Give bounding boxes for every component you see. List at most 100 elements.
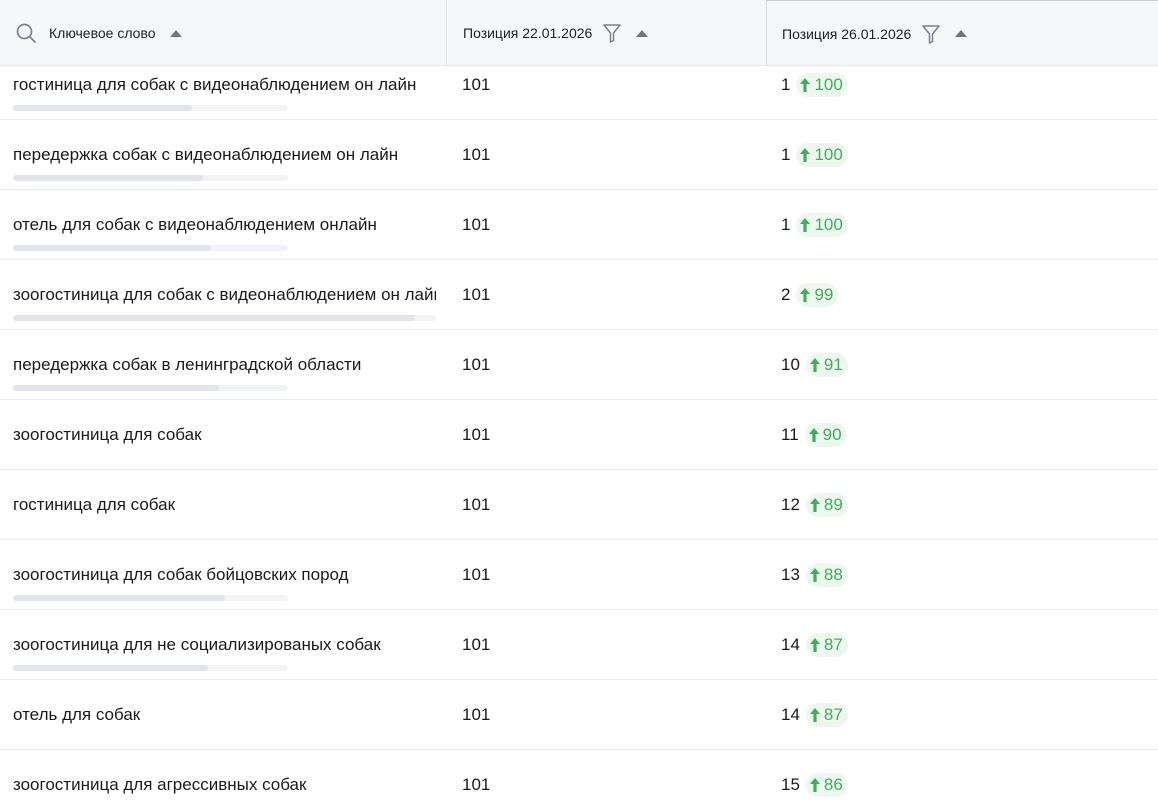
position-date1-cell: 101 xyxy=(462,75,491,94)
sort-ascending-icon[interactable] xyxy=(955,30,968,37)
position-change-badge: 100 xyxy=(796,213,848,237)
keyword-cell: гостиница для собак xyxy=(13,495,176,514)
arrow-up-icon xyxy=(809,708,820,722)
position-change-badge: 91 xyxy=(805,353,848,377)
search-icon[interactable] xyxy=(15,22,37,44)
position-change-badge: 90 xyxy=(804,423,847,447)
position-date1-cell: 101 xyxy=(462,215,491,234)
frequency-bar-fill xyxy=(13,595,225,601)
position-date2-cell: 11 90 xyxy=(781,423,847,447)
position-change-badge: 89 xyxy=(805,493,848,517)
position-change-badge: 100 xyxy=(796,143,848,167)
position-value: 1 xyxy=(781,75,791,94)
keyword-cell: зоогостиница для собак бойцовских пород xyxy=(13,565,349,584)
position-change-badge: 88 xyxy=(805,563,848,587)
keyword-cell: зоогостиница для собак xyxy=(13,425,202,444)
position-change-value: 88 xyxy=(823,565,843,584)
position-date2-cell: 10 91 xyxy=(781,353,848,377)
position-value: 12 xyxy=(781,495,800,514)
arrow-up-icon xyxy=(800,218,811,232)
filter-icon[interactable] xyxy=(921,23,941,45)
position-date2-cell: 1 100 xyxy=(781,143,848,167)
table-row[interactable]: зоогостиница для собак 101 11 90 xyxy=(0,400,1158,470)
frequency-bar xyxy=(13,175,288,181)
frequency-bar xyxy=(13,245,288,251)
position-date1-cell: 101 xyxy=(462,705,491,724)
position-change-value: 91 xyxy=(823,355,843,374)
position-value: 2 xyxy=(781,285,791,304)
position-change-badge: 86 xyxy=(805,773,848,797)
arrow-up-icon xyxy=(808,428,819,442)
position-date1-cell: 101 xyxy=(462,285,491,304)
position-change-value: 87 xyxy=(823,705,843,724)
position-date2-cell: 2 99 xyxy=(781,283,839,307)
position-change-value: 86 xyxy=(823,775,843,794)
position-value: 15 xyxy=(781,775,800,794)
keyword-cell: гостиница для собак с видеонаблюдением о… xyxy=(13,75,417,94)
column-header-position-date1[interactable]: Позиция 22.01.2026 xyxy=(446,0,766,66)
position-date2-cell: 14 87 xyxy=(781,703,848,727)
frequency-bar-fill xyxy=(13,175,203,181)
keyword-cell: отель для собак xyxy=(13,705,141,724)
position-date1-cell: 101 xyxy=(462,145,491,164)
table-header: Ключевое слово Позиция 22.01.2026 Позици… xyxy=(0,0,1158,66)
keyword-column-label: Ключевое слово xyxy=(49,25,156,41)
position-date2-cell: 12 89 xyxy=(781,493,848,517)
table-row[interactable]: отель для собак 101 14 87 xyxy=(0,680,1158,750)
position-date2-cell: 1 100 xyxy=(781,213,848,237)
position-change-value: 99 xyxy=(814,285,834,304)
arrow-up-icon xyxy=(809,778,820,792)
table-row[interactable]: отель для собак с видеонаблюдением онлай… xyxy=(0,190,1158,260)
position-change-badge: 99 xyxy=(796,283,839,307)
table-row[interactable]: зоогостиница для собак с видеонаблюдение… xyxy=(0,260,1158,330)
position-date1-label: Позиция 22.01.2026 xyxy=(463,25,593,41)
table-row[interactable]: передержка собак в ленинградской области… xyxy=(0,330,1158,400)
table-row[interactable]: зоогостиница для агрессивных собак 101 15 8… xyxy=(0,750,1158,802)
arrow-up-icon xyxy=(800,148,811,162)
position-date1-cell: 101 xyxy=(462,495,491,514)
position-change-value: 100 xyxy=(814,145,843,164)
position-change-value: 87 xyxy=(823,635,843,654)
position-date1-cell: 101 xyxy=(462,565,491,584)
frequency-bar xyxy=(13,385,288,391)
sort-ascending-icon[interactable] xyxy=(636,29,649,37)
position-change-badge: 100 xyxy=(796,73,848,97)
arrow-up-icon xyxy=(800,288,811,302)
arrow-up-icon xyxy=(809,498,820,512)
position-value: 1 xyxy=(781,215,791,234)
arrow-up-icon xyxy=(800,78,811,92)
sort-ascending-icon[interactable] xyxy=(169,29,182,37)
table-row[interactable]: гостиница для собак 101 12 89 xyxy=(0,470,1158,540)
position-value: 10 xyxy=(781,355,800,374)
position-change-badge: 87 xyxy=(805,703,848,727)
frequency-bar xyxy=(13,315,436,321)
column-header-keyword[interactable]: Ключевое слово xyxy=(0,0,446,66)
column-header-position-date2[interactable]: Позиция 26.01.2026 xyxy=(766,0,1158,66)
positions-table: Ключевое слово Позиция 22.01.2026 Позици… xyxy=(0,0,1158,802)
position-date1-cell: 101 xyxy=(462,425,491,444)
keyword-cell: зоогостиница для не социализированых соб… xyxy=(13,635,381,654)
position-date2-cell: 1 100 xyxy=(781,73,848,97)
frequency-bar-fill xyxy=(13,665,208,671)
arrow-up-icon xyxy=(809,358,820,372)
arrow-up-icon xyxy=(809,638,820,652)
frequency-bar-fill xyxy=(13,245,211,251)
position-value: 14 xyxy=(781,705,800,724)
keyword-cell: зоогостиница для агрессивных собак xyxy=(13,775,307,794)
position-change-value: 89 xyxy=(823,495,843,514)
position-change-badge: 87 xyxy=(805,633,848,657)
position-value: 1 xyxy=(781,145,791,164)
keyword-cell: передержка собак в ленинградской области xyxy=(13,355,362,374)
frequency-bar-fill xyxy=(13,385,219,391)
position-value: 14 xyxy=(781,635,800,654)
position-date2-cell: 15 86 xyxy=(781,773,848,797)
filter-icon[interactable] xyxy=(602,22,622,44)
position-change-value: 90 xyxy=(822,425,842,444)
arrow-up-icon xyxy=(809,568,820,582)
position-date2-cell: 14 87 xyxy=(781,633,848,657)
table-row[interactable]: передержка собак с видеонаблюдением он л… xyxy=(0,120,1158,190)
table-row[interactable]: зоогостиница для не социализированых соб… xyxy=(0,610,1158,680)
position-value: 13 xyxy=(781,565,800,584)
table-row[interactable]: зоогостиница для собак бойцовских пород 1… xyxy=(0,540,1158,610)
frequency-bar xyxy=(13,665,288,671)
